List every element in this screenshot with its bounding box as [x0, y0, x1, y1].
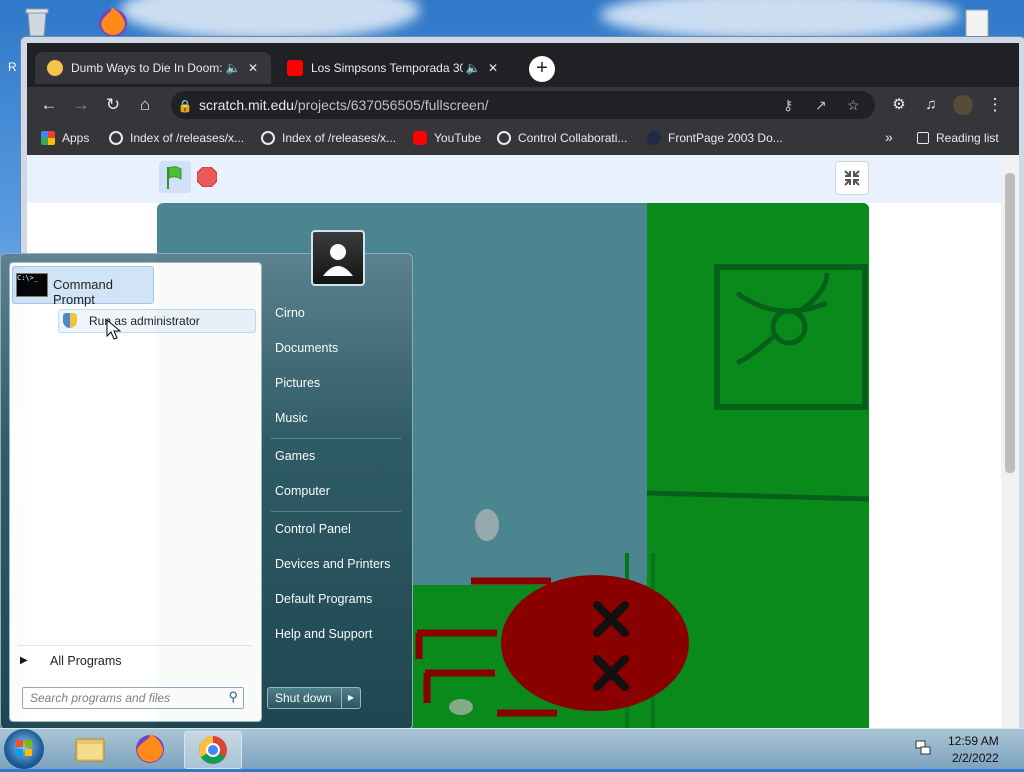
taskbar-explorer-icon[interactable]	[62, 731, 118, 767]
menu-item-documents[interactable]: Documents	[275, 341, 338, 355]
menu-item-computer[interactable]: Computer	[275, 484, 330, 498]
program-item-command-prompt[interactable]: C:\>_ Command Prompt	[12, 266, 154, 307]
home-icon[interactable]: ⌂	[133, 93, 157, 117]
start-menu: C:\>_ Command Prompt Run as administrato…	[0, 230, 413, 730]
tab-inactive[interactable]: Los Simpsons Temporada 30 🔈 ✕	[275, 52, 513, 84]
scrollbar-thumb[interactable]	[1005, 173, 1015, 473]
taskbar-chrome-icon[interactable]	[184, 731, 242, 769]
extensions-icon[interactable]: ⚙	[887, 93, 911, 117]
menu-item-control-panel[interactable]: Control Panel	[275, 522, 351, 536]
browser-toolbar: ← → ↻ ⌂ 🔒 scratch.mit.edu/projects/637056…	[27, 87, 1019, 123]
menu-item-default-programs[interactable]: Default Programs	[275, 592, 372, 606]
reload-icon[interactable]: ↻	[101, 93, 125, 117]
youtube-favicon-icon	[287, 60, 303, 76]
globe-icon	[109, 131, 123, 145]
search-box[interactable]: Search programs and files ⚲	[22, 687, 244, 709]
bookmarks-overflow-icon[interactable]: »	[885, 129, 893, 145]
stop-button[interactable]	[196, 166, 218, 188]
profile-avatar[interactable]	[951, 93, 975, 117]
triangle-right-icon: ▶	[20, 655, 28, 666]
scratch-controls-bar	[27, 155, 1001, 203]
new-tab-button[interactable]: +	[529, 56, 555, 82]
globe-icon	[497, 131, 511, 145]
user-picture[interactable]	[311, 230, 365, 286]
menu-item-devices-and-printers[interactable]: Devices and Printers	[275, 557, 390, 571]
desktop-partial-label: R	[8, 60, 17, 74]
bookmark-star-icon[interactable]: ☆	[847, 91, 860, 119]
bookmark-index-1[interactable]: Index of /releases/x...	[109, 131, 244, 145]
menu-separator	[271, 438, 401, 439]
bookmark-control-collab[interactable]: Control Collaborati...	[497, 131, 627, 145]
network-icon[interactable]	[914, 739, 932, 757]
clock-date[interactable]: 2/2/2022	[952, 751, 999, 765]
share-icon[interactable]: ↗	[815, 91, 827, 119]
menu-separator	[271, 511, 401, 512]
clock-time[interactable]: 12:59 AM	[948, 734, 999, 748]
green-flag-button[interactable]	[159, 161, 191, 193]
tab-close-icon[interactable]: ✕	[483, 61, 503, 75]
bookmark-youtube[interactable]: YouTube	[413, 131, 481, 145]
menu-item-cirno[interactable]: Cirno	[275, 306, 305, 320]
command-prompt-icon: C:\>_	[16, 273, 48, 297]
menu-icon[interactable]: ⋮	[983, 93, 1007, 117]
bookmark-frontpage[interactable]: FrontPage 2003 Do...	[647, 131, 783, 145]
media-control-icon[interactable]: ♫	[919, 93, 943, 117]
mouse-cursor	[106, 318, 122, 344]
globe-icon	[261, 131, 275, 145]
tab-title: Dumb Ways to Die In Doom:	[71, 61, 223, 75]
menu-item-help-and-support[interactable]: Help and Support	[275, 627, 372, 641]
search-icon[interactable]: ⚲	[228, 689, 238, 705]
bookmark-apps[interactable]: Apps	[41, 131, 89, 145]
all-programs-item[interactable]: ▶ All Programs	[18, 651, 252, 675]
back-icon[interactable]: ←	[37, 93, 61, 117]
menu-separator	[18, 645, 252, 646]
youtube-icon	[413, 131, 427, 145]
taskbar: 12:59 AM 2/2/2022	[0, 728, 1024, 769]
audio-icon[interactable]: 🔈	[223, 61, 243, 75]
uac-shield-icon	[63, 313, 77, 328]
shutdown-button[interactable]: Shut down	[267, 687, 343, 709]
bookmark-index-2[interactable]: Index of /releases/x...	[261, 131, 396, 145]
start-orb-icon[interactable]	[4, 729, 44, 769]
page-scrollbar[interactable]	[1001, 155, 1019, 737]
firefox-desktop-icon[interactable]	[96, 4, 130, 38]
address-bar[interactable]: 🔒 scratch.mit.edu/projects/637056505/full…	[171, 91, 875, 119]
scratch-favicon-icon	[47, 60, 63, 76]
page-icon	[647, 131, 661, 145]
menu-item-music[interactable]: Music	[275, 411, 308, 425]
tab-active[interactable]: Dumb Ways to Die In Doom: 🔈 ✕	[35, 52, 271, 84]
url-host: scratch.mit.edu	[199, 97, 294, 113]
reading-list-icon	[917, 132, 929, 144]
start-menu-programs-pane: C:\>_ Command Prompt Run as administrato…	[9, 262, 262, 722]
recycle-bin-icon[interactable]	[20, 4, 54, 38]
tab-close-icon[interactable]: ✕	[243, 61, 263, 75]
lock-icon: 🔒	[177, 99, 193, 113]
password-key-icon[interactable]: ⚷	[783, 91, 793, 119]
menu-item-games[interactable]: Games	[275, 449, 315, 463]
forward-icon[interactable]: →	[69, 93, 93, 117]
audio-icon[interactable]: 🔈	[463, 61, 483, 75]
exit-fullscreen-button[interactable]	[835, 161, 869, 195]
bookmarks-bar: Apps Index of /releases/x... Index of /r…	[27, 123, 1019, 155]
tab-title: Los Simpsons Temporada 30	[311, 61, 463, 75]
reading-list-button[interactable]: Reading list	[917, 131, 999, 145]
taskbar-firefox-icon[interactable]	[122, 731, 178, 767]
apps-icon	[41, 131, 55, 145]
shutdown-options-arrow-icon[interactable]: ▶	[341, 687, 361, 709]
run-as-administrator-item[interactable]: Run as administrator	[58, 309, 256, 333]
url-path: /projects/637056505/fullscreen/	[293, 97, 489, 113]
menu-item-pictures[interactable]: Pictures	[275, 376, 320, 390]
